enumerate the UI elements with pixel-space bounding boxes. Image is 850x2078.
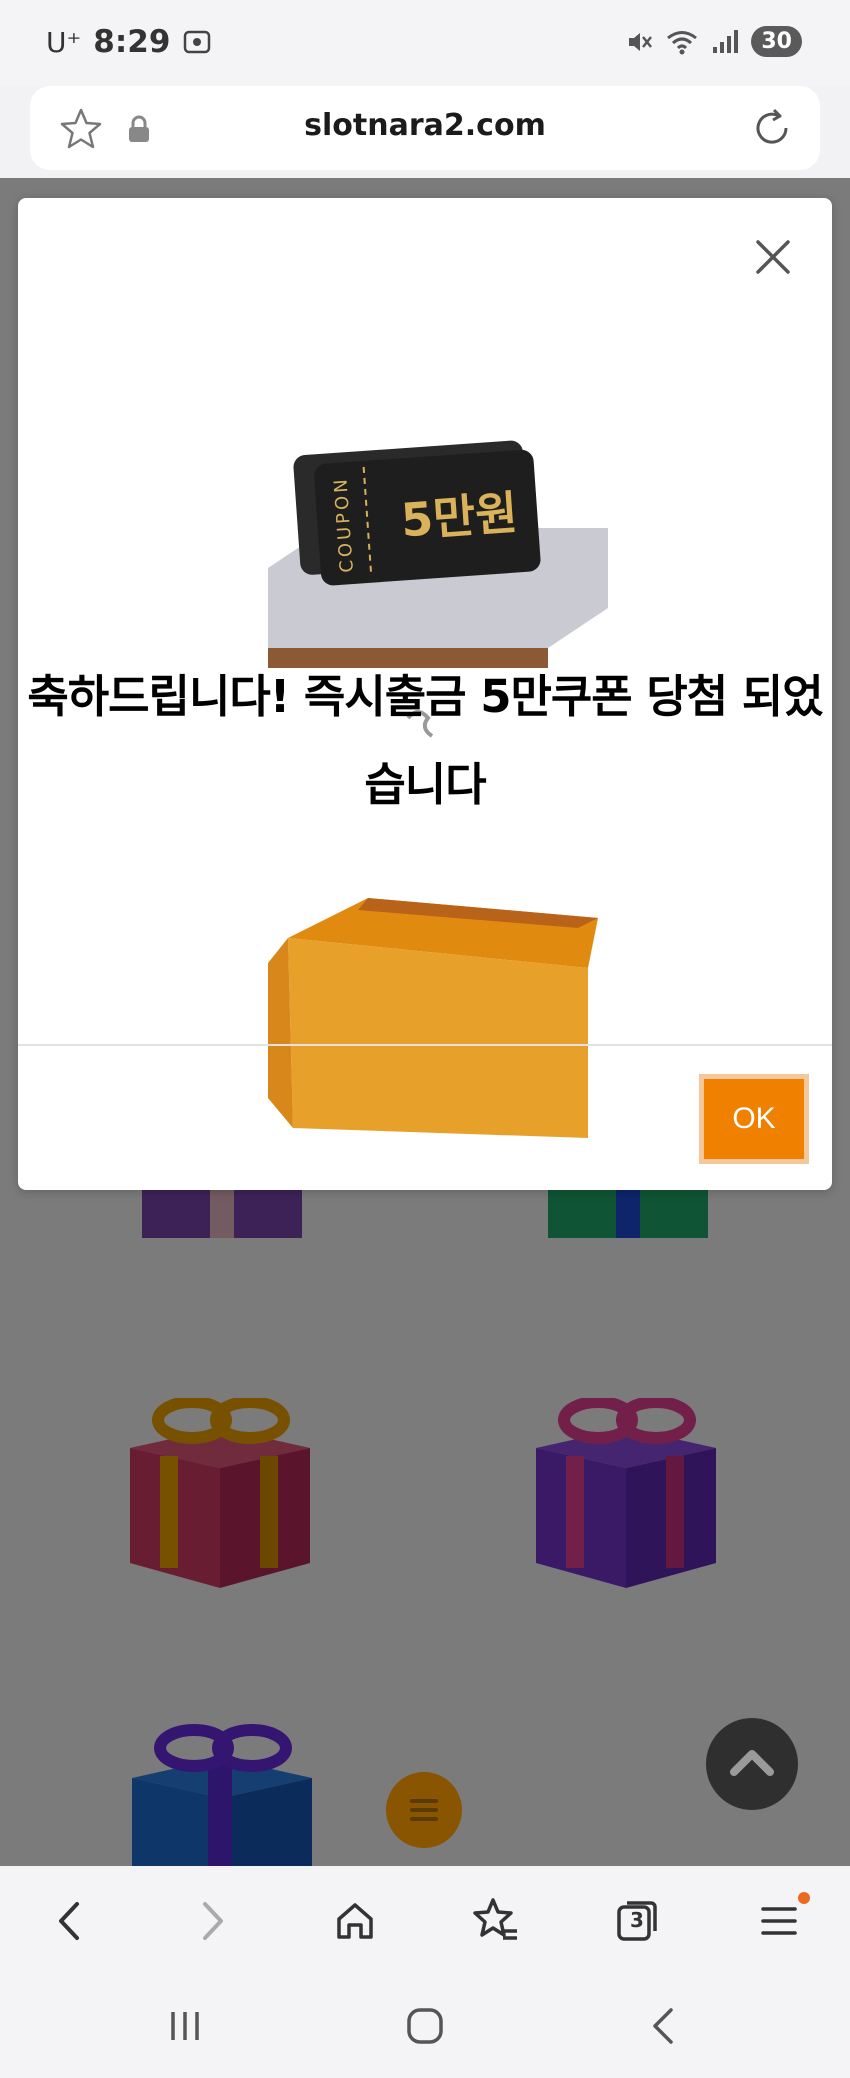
menu-button[interactable] [744, 1886, 814, 1956]
browser-toolbar: 3 [0, 1866, 850, 1974]
back-nav-icon [653, 2008, 673, 2044]
url-text[interactable]: slotnara2.com [30, 108, 820, 143]
forward-button[interactable] [178, 1886, 248, 1956]
tab-count: 3 [630, 1908, 644, 1932]
status-bar: U⁺ 8:29 30 [0, 0, 850, 86]
clock: 8:29 [93, 24, 171, 60]
home-icon [337, 1903, 373, 1939]
forward-icon [203, 1902, 223, 1940]
home-nav-icon [407, 2008, 443, 2044]
signal-icon [713, 29, 739, 53]
chevron-up-icon [730, 1750, 774, 1776]
congratulations-message: 축하드립니다! 즉시출금 5만쿠폰 당첨 되었 습니다 [18, 653, 832, 829]
message-line-1: 축하드립니다! 즉시출금 5만쿠폰 당첨 되었 [27, 670, 823, 723]
ok-button[interactable]: OK [699, 1074, 809, 1164]
tabs-button[interactable]: 3 [602, 1886, 672, 1956]
bookmarks-button[interactable] [460, 1886, 530, 1956]
recent-apps-button[interactable] [150, 1994, 220, 2058]
hamburger-icon [410, 1799, 438, 1821]
battery-indicator: 30 [751, 26, 802, 57]
close-icon[interactable] [750, 234, 796, 280]
back-nav-button[interactable] [628, 1994, 698, 2058]
home-button[interactable] [320, 1886, 390, 1956]
coupon-popup: COUPON 5만원 축하드립니다! 즉시출금 5만쿠폰 당첨 되었 습니다 O… [18, 198, 832, 1190]
bookmarks-icon [473, 1898, 517, 1940]
menu-icon [761, 1907, 797, 1935]
carrier-label: U⁺ [46, 25, 82, 59]
modal-divider [18, 1044, 832, 1046]
back-button[interactable] [34, 1886, 104, 1956]
address-bar[interactable]: slotnara2.com [30, 86, 820, 170]
screenshot-icon [184, 30, 211, 54]
status-left: U⁺ 8:29 [46, 24, 212, 60]
recent-apps-icon [171, 2012, 199, 2040]
back-icon [59, 1902, 79, 1940]
wifi-icon [667, 30, 698, 54]
notification-dot [798, 1892, 810, 1904]
home-nav-button[interactable] [390, 1994, 460, 2058]
mute-icon [629, 32, 653, 51]
scroll-top-button[interactable] [706, 1718, 798, 1810]
system-nav-bar [0, 1974, 850, 2078]
floating-menu-button[interactable] [386, 1772, 462, 1848]
reload-icon[interactable] [748, 104, 796, 152]
message-line-2: 습니다 [364, 758, 486, 811]
status-right: 30 [625, 26, 802, 57]
coupon-value: 5만원 [399, 485, 519, 547]
